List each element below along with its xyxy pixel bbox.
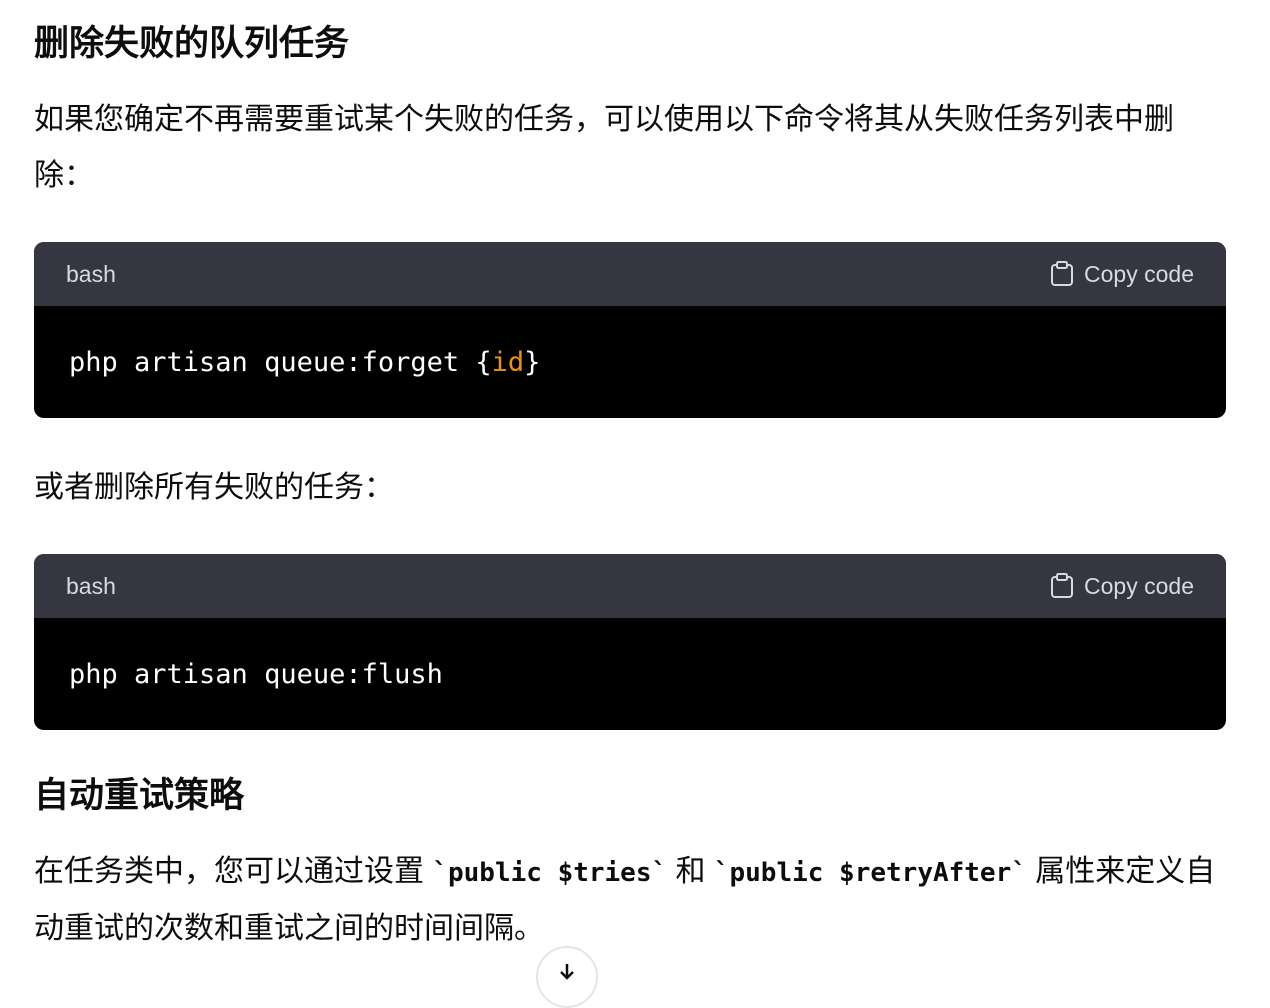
- paragraph: 如果您确定不再需要重试某个失败的任务，可以使用以下命令将其从失败任务列表中删除：: [34, 103, 1174, 192]
- text: 和: [667, 855, 714, 888]
- text: 在任务类中，您可以通过设置: [34, 855, 433, 888]
- clipboard-icon: [1051, 573, 1074, 598]
- code-content: php artisan queue:forget {id}: [34, 306, 1226, 418]
- copy-code-button[interactable]: Copy code: [1050, 261, 1194, 288]
- arrow-down-icon: [560, 964, 574, 980]
- code-language: bash: [66, 572, 116, 599]
- code-brace: {: [475, 346, 492, 378]
- scroll-down-button[interactable]: [536, 946, 598, 1008]
- code-header: bash Copy code: [34, 242, 1226, 306]
- code-brace: }: [524, 346, 541, 378]
- code-content: php artisan queue:flush: [34, 618, 1226, 730]
- inline-code: `public $tries`: [432, 858, 668, 888]
- section-heading: 删除失败的队列任务: [34, 24, 350, 63]
- code-language: bash: [66, 260, 116, 287]
- section-heading: 自动重试策略: [34, 776, 245, 815]
- paragraph: 在任务类中，您可以通过设置 `public $tries` 和 `public …: [34, 844, 1226, 957]
- code-block: bash Copy code php artisan queue:forget …: [34, 242, 1226, 418]
- copy-code-button[interactable]: Copy code: [1050, 573, 1194, 600]
- code-header: bash Copy code: [34, 554, 1226, 618]
- paragraph: 或者删除所有失败的任务：: [34, 471, 394, 504]
- code-variable: id: [491, 346, 525, 378]
- code-text: php artisan queue:forget: [69, 346, 476, 378]
- clipboard-icon: [1051, 261, 1074, 286]
- copy-code-label: Copy code: [1084, 572, 1194, 599]
- code-block: bash Copy code php artisan queue:flush: [34, 554, 1226, 730]
- copy-code-label: Copy code: [1084, 260, 1194, 287]
- code-text: php artisan queue:flush: [69, 658, 443, 690]
- inline-code: `public $retryAfter`: [713, 858, 1027, 888]
